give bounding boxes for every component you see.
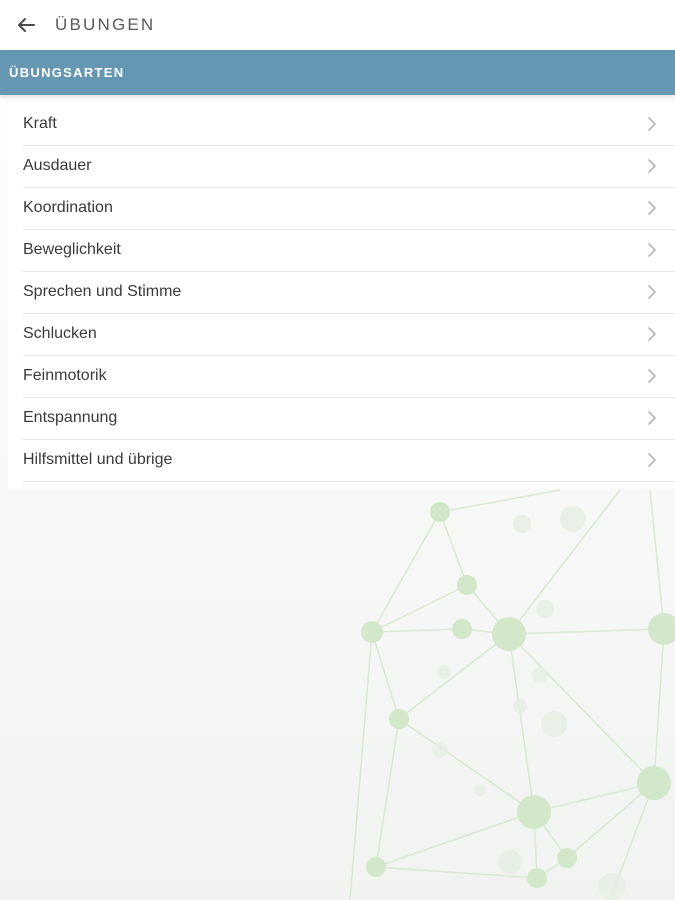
section-title: ÜBUNGSARTEN xyxy=(9,65,125,80)
list-item-entspannung[interactable]: Entspannung xyxy=(23,397,675,440)
list-item-label: Schlucken xyxy=(23,325,97,342)
exercise-category-list: Kraft Ausdauer Koordination Beweglichkei… xyxy=(8,103,675,489)
list-item-label: Hilfsmittel und übrige xyxy=(23,451,173,468)
chevron-right-icon xyxy=(648,453,656,467)
list-item-label: Feinmotorik xyxy=(23,367,107,384)
list-item-label: Sprechen und Stimme xyxy=(23,283,182,300)
chevron-right-icon xyxy=(648,117,656,131)
list-item-schlucken[interactable]: Schlucken xyxy=(23,313,675,356)
list-item-label: Kraft xyxy=(23,115,57,132)
chevron-right-icon xyxy=(648,159,656,173)
chevron-right-icon xyxy=(648,201,656,215)
list-item-label: Koordination xyxy=(23,199,113,216)
list-item-kraft[interactable]: Kraft xyxy=(23,103,675,146)
page-title: ÜBUNGEN xyxy=(55,15,156,34)
top-app-bar: ÜBUNGEN xyxy=(0,0,675,50)
chevron-right-icon xyxy=(648,243,656,257)
list-item-label: Beweglichkeit xyxy=(23,241,121,258)
back-button[interactable] xyxy=(12,11,40,39)
section-header: ÜBUNGSARTEN xyxy=(0,50,675,95)
list-item-sprechen-und-stimme[interactable]: Sprechen und Stimme xyxy=(23,271,675,314)
list-item-hilfsmittel-und-uebrige[interactable]: Hilfsmittel und übrige xyxy=(23,439,675,482)
list-item-feinmotorik[interactable]: Feinmotorik xyxy=(23,355,675,398)
list-item-beweglichkeit[interactable]: Beweglichkeit xyxy=(23,229,675,272)
list-item-ausdauer[interactable]: Ausdauer xyxy=(23,145,675,188)
list-item-label: Ausdauer xyxy=(23,157,92,174)
chevron-right-icon xyxy=(648,369,656,383)
list-item-koordination[interactable]: Koordination xyxy=(23,187,675,230)
chevron-right-icon xyxy=(648,411,656,425)
chevron-right-icon xyxy=(648,327,656,341)
arrow-left-icon xyxy=(18,18,35,32)
chevron-right-icon xyxy=(648,285,656,299)
list-item-label: Entspannung xyxy=(23,409,118,426)
